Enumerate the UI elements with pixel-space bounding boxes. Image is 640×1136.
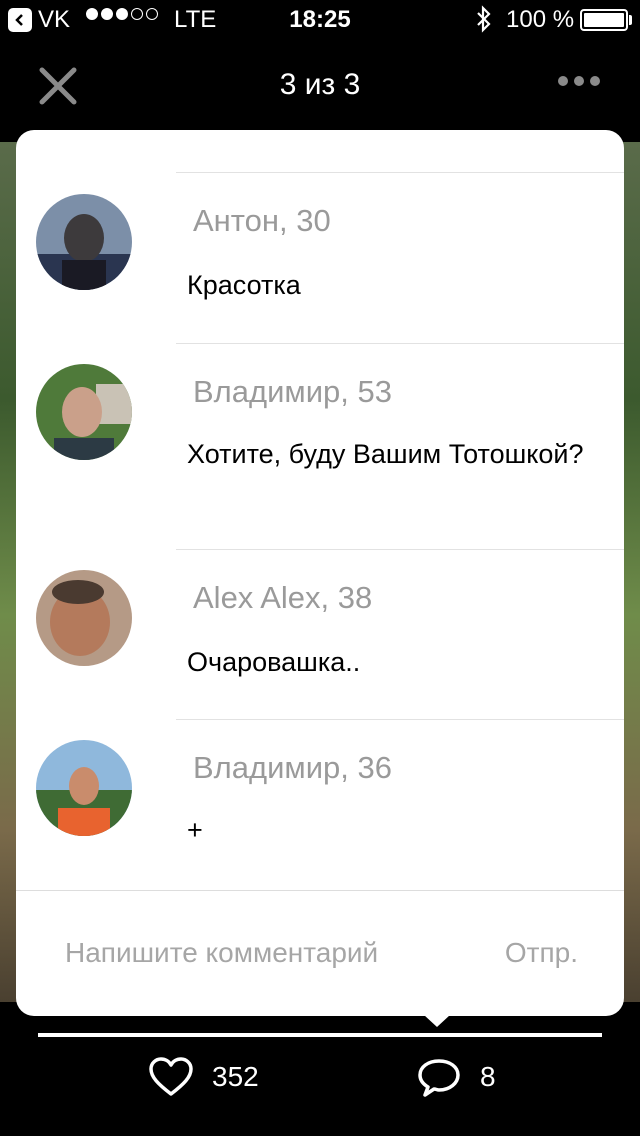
avatar[interactable]	[36, 570, 132, 666]
photo-counter: 3 из 3	[279, 68, 361, 101]
comment-author[interactable]: Владимир, 53	[193, 374, 392, 410]
avatar[interactable]	[36, 740, 132, 836]
comment-item[interactable]: Владимир, 53 Хотите, буду Вашим Тотошкой…	[16, 344, 624, 549]
bluetooth-icon	[474, 5, 494, 40]
avatar[interactable]	[36, 364, 132, 460]
comment-text: Очаровашка..	[187, 647, 361, 677]
comments-count: 8	[480, 1061, 496, 1092]
comment-item[interactable]: Антон, 30 Красотка	[16, 173, 624, 343]
likes-count: 352	[212, 1061, 259, 1092]
comment-input[interactable]: Напишите комментарий	[65, 937, 378, 969]
more-options-button[interactable]	[558, 76, 600, 86]
comments-button[interactable]: 8	[416, 1056, 496, 1098]
avatar[interactable]	[36, 194, 132, 290]
popover-pointer	[424, 1015, 450, 1027]
comments-panel: Антон, 30 Красотка Владимир, 53 Хотите, …	[16, 130, 624, 1016]
battery-tip	[629, 15, 632, 25]
photo-viewer-header: 3 из 3	[0, 40, 640, 130]
comment-author[interactable]: Alex Alex, 38	[193, 580, 372, 616]
battery-percent: 100 %	[506, 6, 575, 33]
comment-item[interactable]: Владимир, 36 +	[16, 720, 624, 890]
like-button[interactable]: 352	[148, 1056, 259, 1098]
comment-text: Красотка	[187, 270, 301, 300]
battery-icon	[580, 9, 628, 31]
more-dots-icon	[558, 76, 568, 86]
status-bar: VK LTE 18:25 100 %	[0, 0, 640, 40]
comment-author[interactable]: Владимир, 36	[193, 750, 392, 786]
comment-bubble-icon	[418, 1059, 460, 1097]
heart-icon	[149, 1057, 193, 1096]
comment-author[interactable]: Антон, 30	[193, 203, 331, 239]
photo-progress-bar	[38, 1033, 602, 1037]
send-button[interactable]: Отпр.	[505, 937, 578, 969]
comment-item[interactable]: Alex Alex, 38 Очаровашка..	[16, 550, 624, 719]
comment-text: Хотите, буду Вашим Тотошкой?	[187, 439, 584, 469]
comment-composer: Напишите комментарий Отпр.	[16, 890, 624, 1016]
comment-text: +	[187, 815, 203, 845]
